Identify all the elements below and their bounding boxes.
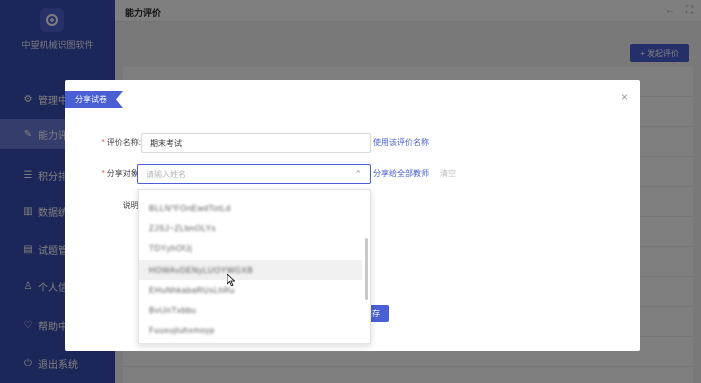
dropdown-option[interactable]: ZJSJ~ZLbnOLYs	[139, 218, 362, 238]
share-target-dropdown: BLLN*FOnEwdTotLd ZJSJ~ZLbnOLYs TDYyhOfJj…	[138, 189, 371, 344]
close-icon[interactable]: ×	[621, 90, 628, 104]
description-label: 说明:	[122, 201, 141, 210]
name-label: * 评价名称:	[101, 138, 141, 147]
target-label: * 分享对象:	[101, 169, 141, 178]
dropdown-scrollbar[interactable]	[365, 238, 368, 300]
share-target-select[interactable]: 请输入姓名 ⌃	[137, 164, 371, 184]
mouse-cursor-icon	[227, 274, 235, 286]
dropdown-option[interactable]: HOWAvDENyLUOYWGXB	[139, 260, 362, 280]
dropdown-option[interactable]: Fuuxujtuhxmoyp	[139, 320, 362, 340]
dropdown-option[interactable]: BLLN*FOnEwdTotLd	[139, 198, 362, 218]
dropdown-option[interactable]: TDYyhOfJj	[139, 238, 362, 258]
dialog-title-tag: 分享试卷	[65, 91, 123, 108]
clear-link[interactable]: 清空	[440, 168, 456, 179]
evaluation-name-input[interactable]: 期末考试	[141, 133, 371, 153]
share-all-link[interactable]: 分享给全部教师	[373, 168, 429, 179]
chevron-up-icon: ⌃	[354, 169, 362, 179]
dropdown-option[interactable]: EHuNhkabaRUsLhRu	[139, 280, 362, 300]
use-name-link[interactable]: 使用该评价名称	[373, 137, 429, 148]
dropdown-option[interactable]: BvtJnTxbbu	[139, 300, 362, 320]
